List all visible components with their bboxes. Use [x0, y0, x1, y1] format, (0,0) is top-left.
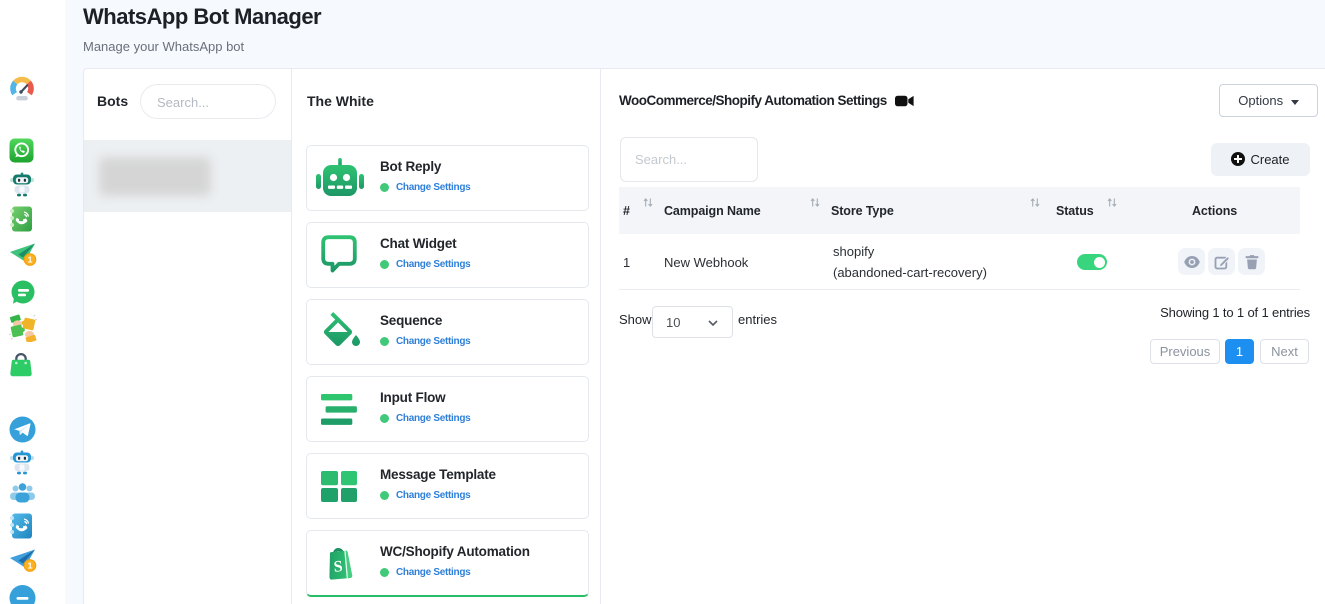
svg-text:1: 1 — [28, 255, 33, 265]
svg-text:S: S — [333, 558, 343, 576]
svg-text:1: 1 — [28, 561, 33, 571]
